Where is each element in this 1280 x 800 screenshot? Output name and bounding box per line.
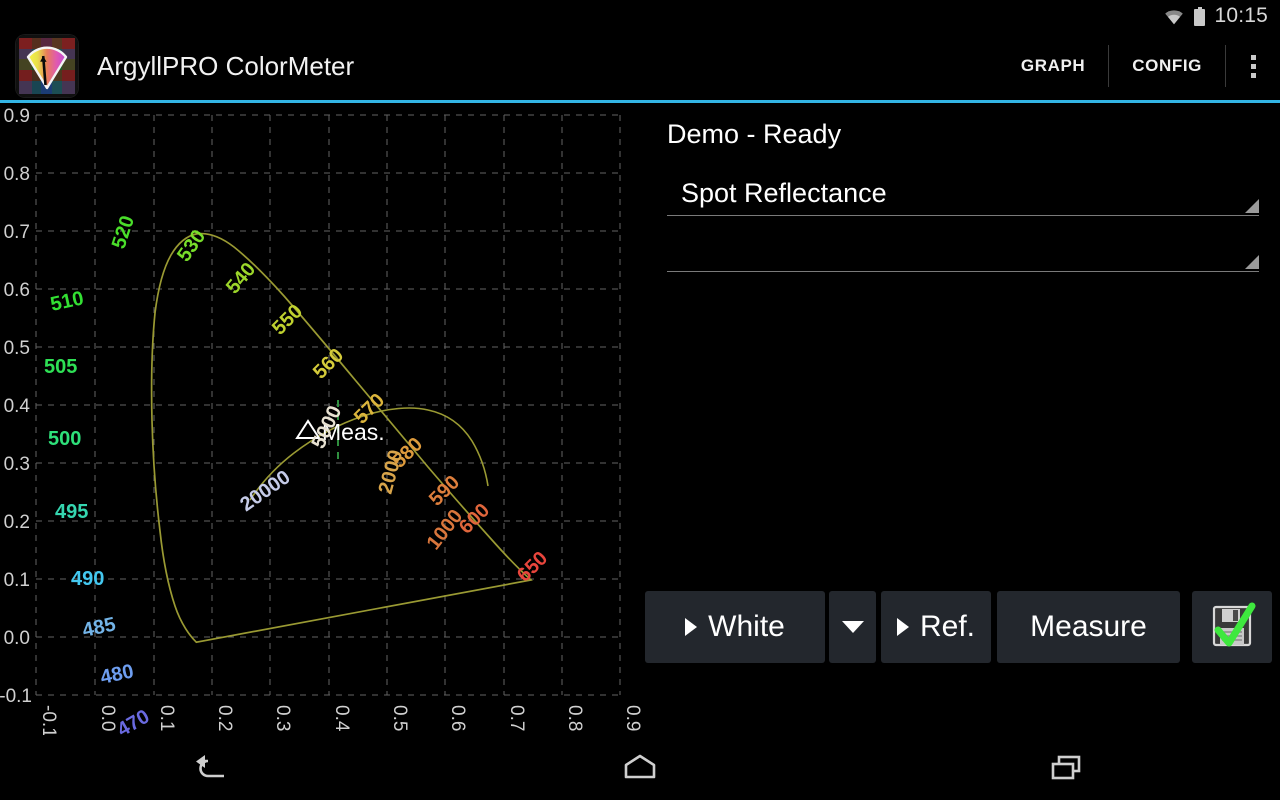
white-dropdown-button[interactable] xyxy=(829,591,876,663)
x-tick-label: 0.2 xyxy=(214,705,235,731)
wavelength-label-495: 495 xyxy=(55,501,88,523)
x-tick-label: 0.6 xyxy=(447,705,468,731)
wifi-icon xyxy=(1163,8,1185,25)
x-tick-label: 0.7 xyxy=(506,705,527,731)
y-tick-label: 0.3 xyxy=(4,454,30,475)
action-bar: ArgyllPRO ColorMeter GRAPH CONFIG xyxy=(0,32,1280,100)
y-tick-label: 0.6 xyxy=(4,280,30,301)
ref-button[interactable]: Ref. xyxy=(881,591,991,663)
play-triangle-icon xyxy=(896,618,909,636)
wavelength-label-650: 650 xyxy=(513,547,552,586)
white-button-label: White xyxy=(708,610,785,643)
chevron-down-icon xyxy=(841,621,864,633)
wavelength-label-490: 490 xyxy=(71,568,104,590)
status-time: 10:15 xyxy=(1214,4,1268,27)
y-tick-label: 0.5 xyxy=(4,338,30,359)
device-status-text: Demo - Ready xyxy=(667,119,842,149)
x-tick-label: 0.1 xyxy=(156,705,177,731)
x-tick-label: 0.8 xyxy=(564,705,585,731)
x-tick-label: 0.9 xyxy=(622,705,643,731)
x-tick-label: 0.3 xyxy=(272,705,293,731)
white-button[interactable]: White xyxy=(645,591,825,663)
y-tick-label: 0.0 xyxy=(4,628,30,649)
y-tick-label: 0.1 xyxy=(4,570,30,591)
secondary-spinner[interactable] xyxy=(667,224,1259,272)
measurement-panel: Demo - Ready Spot Reflectance XYZ Measur… xyxy=(645,103,1280,735)
wavelength-label-560: 560 xyxy=(309,344,348,383)
measure-button[interactable]: Measure xyxy=(997,591,1180,663)
app-title: ArgyllPRO ColorMeter xyxy=(97,50,355,81)
wavelength-label-470: 470 xyxy=(114,706,154,735)
y-tick-label: 0.9 xyxy=(4,106,30,127)
save-check-icon xyxy=(1212,602,1256,647)
x-tick-label: 0.0 xyxy=(97,705,118,731)
wavelength-label-590: 590 xyxy=(425,471,464,510)
spinner-arrow-icon xyxy=(1245,199,1259,213)
x-tick-label: 0.5 xyxy=(389,705,410,731)
ref-button-label: Ref. xyxy=(919,610,976,643)
y-tick-label: 0.2 xyxy=(4,512,30,533)
save-button[interactable] xyxy=(1192,591,1272,663)
wavelength-label-505: 505 xyxy=(44,356,77,378)
y-tick-label: 0.7 xyxy=(4,222,30,243)
measurement-mode-value: Spot Reflectance xyxy=(681,178,887,208)
wavelength-label-510: 510 xyxy=(48,287,85,315)
y-tick-label: -0.1 xyxy=(0,686,32,707)
wavelength-label-485: 485 xyxy=(80,613,117,641)
recents-icon[interactable] xyxy=(853,735,1280,800)
tab-config[interactable]: CONFIG xyxy=(1109,32,1225,100)
x-tick-label: 0.4 xyxy=(331,705,352,732)
battery-icon xyxy=(1194,6,1206,26)
wavelength-label-480: 480 xyxy=(98,660,135,688)
tab-graph[interactable]: GRAPH xyxy=(998,32,1108,100)
y-tick-label: 0.4 xyxy=(4,396,31,417)
play-triangle-icon xyxy=(685,618,698,636)
x-tick-label: -0.1 xyxy=(38,705,59,735)
app-logo-icon[interactable] xyxy=(16,35,78,97)
chromaticity-chart-panel[interactable]: 0.9 0.8 0.7 0.6 0.5 0.4 0.3 0.2 0.1 0.0 … xyxy=(0,103,645,735)
wavelength-label-550: 550 xyxy=(268,300,307,339)
wavelength-label-530: 530 xyxy=(173,226,210,266)
status-bar: 10:15 xyxy=(0,0,1280,32)
measurement-mode-spinner[interactable]: Spot Reflectance xyxy=(667,168,1259,216)
spinner-arrow-icon xyxy=(1245,255,1259,269)
measure-button-label: Measure xyxy=(1030,610,1147,643)
back-icon[interactable] xyxy=(0,735,427,800)
chromaticity-chart[interactable]: 0.9 0.8 0.7 0.6 0.5 0.4 0.3 0.2 0.1 0.0 … xyxy=(0,103,645,735)
app-screen: 10:15 ArgyllPRO ColorMeter GRAPH CONFIG … xyxy=(0,0,1280,800)
android-nav-bar xyxy=(0,735,1280,800)
overflow-menu-icon[interactable] xyxy=(1226,32,1280,100)
temperature-label-20000: 20000 xyxy=(236,466,294,516)
wavelength-label-520: 520 xyxy=(108,213,139,252)
home-icon[interactable] xyxy=(427,735,854,800)
y-tick-label: 0.8 xyxy=(4,164,30,185)
wavelength-label-500: 500 xyxy=(48,428,81,450)
